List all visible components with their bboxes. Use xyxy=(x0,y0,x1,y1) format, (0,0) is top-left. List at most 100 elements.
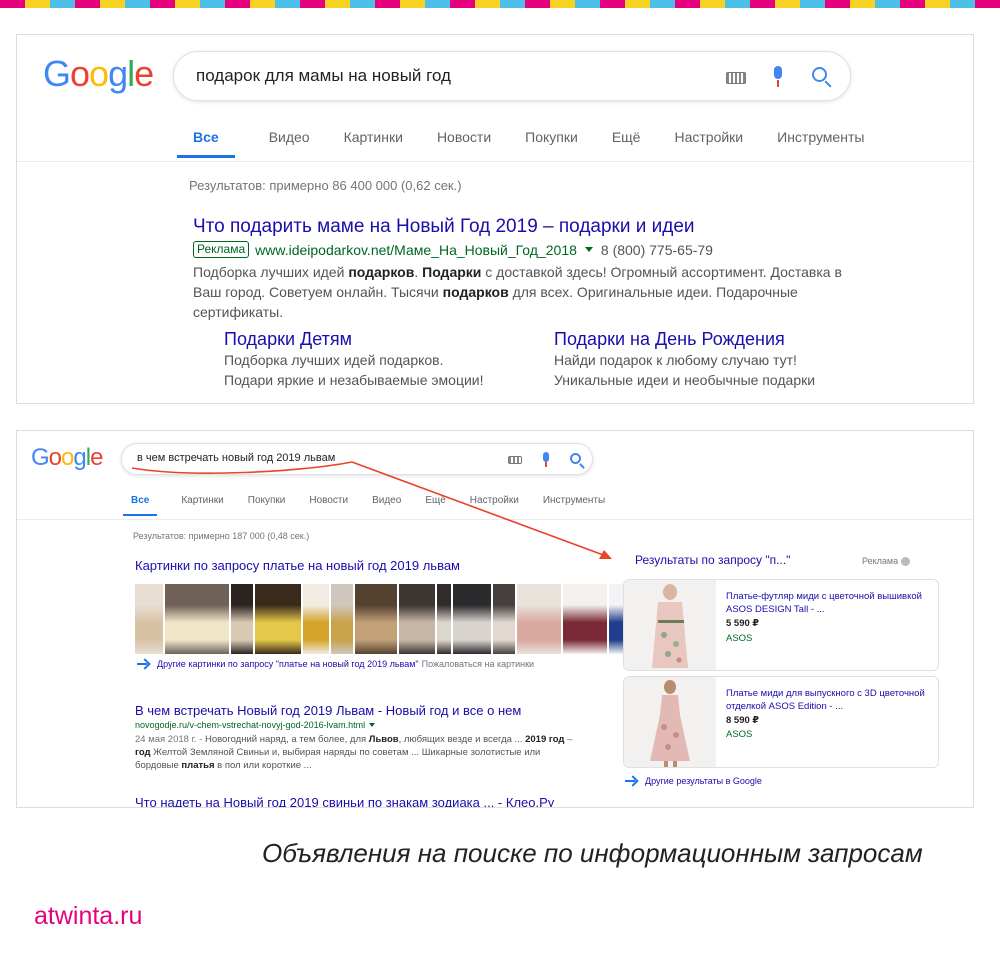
result-title-link[interactable]: В чем встречать Новый год 2019 Львам - Н… xyxy=(135,703,521,718)
strip-segment xyxy=(675,0,700,8)
ad-phone[interactable]: 8 (800) 775-65-79 xyxy=(601,242,713,258)
result-stats: Результатов: примерно 86 400 000 (0,62 с… xyxy=(189,178,462,193)
sitelink-desc: Найди подарок к любому случаю тут! xyxy=(554,352,797,368)
more-images-text[interactable]: Другие картинки по запросу "платье на но… xyxy=(157,659,419,669)
info-icon[interactable] xyxy=(901,556,911,566)
product-store: ASOS xyxy=(726,633,753,644)
product-price: 8 590 ₽ xyxy=(726,715,760,726)
sitelink-title[interactable]: Подарки Детям xyxy=(224,329,484,350)
strip-segment xyxy=(375,0,400,8)
product-title[interactable]: Платье-футляр миди с цветочной вышивкой … xyxy=(726,590,926,616)
image-thumbnail[interactable] xyxy=(493,584,515,654)
tab-settings[interactable]: Настройки xyxy=(470,495,519,516)
tab-all[interactable]: Все xyxy=(123,495,158,516)
dropdown-caret-icon[interactable] xyxy=(584,247,593,252)
tab-images[interactable]: Картинки xyxy=(344,127,403,158)
image-thumbnail[interactable] xyxy=(331,584,353,654)
strip-segment xyxy=(550,0,575,8)
strip-segment xyxy=(525,0,550,8)
tab-shopping[interactable]: Покупки xyxy=(525,127,578,158)
product-card[interactable]: Платье-футляр миди с цветочной вышивкой … xyxy=(623,579,939,671)
dress-flower xyxy=(676,657,682,663)
image-thumbnail[interactable] xyxy=(399,584,435,654)
tab-news[interactable]: Новости xyxy=(437,127,491,158)
tab-more[interactable]: Ещё xyxy=(612,127,641,158)
strip-segment xyxy=(575,0,600,8)
ad-url[interactable]: www.ideipodarkov.net/Маме_На_Новый_Год_2… xyxy=(255,242,577,258)
dress-flower xyxy=(673,641,679,647)
brand-logo-text[interactable]: atwinta.ru xyxy=(34,902,142,931)
tab-shopping[interactable]: Покупки xyxy=(248,495,286,516)
search-query-text: в чем встречать новый год 2019 львам xyxy=(137,452,336,464)
more-results-text[interactable]: Другие результаты в Google xyxy=(645,776,762,786)
search-icon[interactable] xyxy=(570,453,581,464)
tab-all[interactable]: Все xyxy=(177,127,235,158)
dress-shape xyxy=(650,695,690,761)
image-thumbnail[interactable] xyxy=(453,584,491,654)
sitelink: Подарки на День Рождения Найди подарок к… xyxy=(554,329,815,390)
search-input[interactable]: подарок для мамы на новый год xyxy=(173,51,851,101)
result-title-link[interactable]: Что надеть на Новый год 2019 свиньи по з… xyxy=(135,795,554,807)
strip-segment xyxy=(400,0,425,8)
keyboard-icon[interactable] xyxy=(508,456,522,464)
strip-segment xyxy=(325,0,350,8)
strip-segment xyxy=(800,0,825,8)
figure-leg xyxy=(673,761,677,767)
result-snippet: 24 мая 2018 г. - Новогодний наряд, а тем… xyxy=(135,733,585,772)
image-thumbnail[interactable] xyxy=(303,584,329,654)
search-screenshot-1: Google подарок для мамы на новый год Все… xyxy=(16,34,974,404)
highlighted-term: 2019 год xyxy=(525,734,565,745)
image-thumbnail[interactable] xyxy=(517,584,561,654)
tab-news[interactable]: Новости xyxy=(309,495,348,516)
tab-images[interactable]: Картинки xyxy=(181,495,223,516)
microphone-icon[interactable] xyxy=(771,66,785,88)
search-icon[interactable] xyxy=(812,67,827,82)
tab-tools[interactable]: Инструменты xyxy=(777,127,864,158)
tab-tools[interactable]: Инструменты xyxy=(543,495,605,516)
image-thumbnail[interactable] xyxy=(355,584,397,654)
microphone-icon[interactable] xyxy=(541,452,551,468)
image-thumbnail[interactable] xyxy=(165,584,229,654)
tab-video[interactable]: Видео xyxy=(269,127,310,158)
result-stats: Результатов: примерно 187 000 (0,48 сек.… xyxy=(133,531,310,541)
product-title[interactable]: Платье миди для выпускного с 3D цветочно… xyxy=(726,687,926,713)
strip-segment xyxy=(925,0,950,8)
snippet-text: . xyxy=(414,264,423,280)
strip-segment xyxy=(75,0,100,8)
keyboard-icon[interactable] xyxy=(726,72,746,84)
strip-segment xyxy=(700,0,725,8)
google-logo[interactable]: Google xyxy=(31,444,103,472)
more-images-link[interactable]: Другие картинки по запросу "платье на но… xyxy=(137,659,534,669)
dropdown-caret-icon[interactable] xyxy=(369,723,376,727)
image-thumbnail[interactable] xyxy=(135,584,163,654)
strip-segment xyxy=(975,0,1000,8)
tab-video[interactable]: Видео xyxy=(372,495,401,516)
strip-segment xyxy=(600,0,625,8)
snippet-text: Подборка лучших идей xyxy=(193,264,349,280)
image-thumbnail[interactable] xyxy=(231,584,253,654)
ad-title-link[interactable]: Что подарить маме на Новый Год 2019 – по… xyxy=(193,216,695,238)
logo-letter: g xyxy=(73,444,86,471)
strip-segment xyxy=(850,0,875,8)
highlighted-term: Подарки xyxy=(422,264,482,280)
shopping-ads-heading[interactable]: Результаты по запросу "п..." xyxy=(635,553,790,567)
more-results-link[interactable]: Другие результаты в Google xyxy=(625,776,762,786)
product-card[interactable]: Платье миди для выпускного с 3D цветочно… xyxy=(623,676,939,768)
image-thumbnail[interactable] xyxy=(563,584,607,654)
search-input[interactable]: в чем встречать новый год 2019 львам xyxy=(121,443,593,475)
ad-badge: Реклама xyxy=(193,241,250,258)
result-url[interactable]: novogodje.ru/v-chem-vstrechat-novyj-god-… xyxy=(135,720,365,730)
report-images-link[interactable]: Пожаловаться на картинки xyxy=(422,659,534,669)
tab-settings[interactable]: Настройки xyxy=(674,127,743,158)
image-thumbnail[interactable] xyxy=(437,584,451,654)
strip-segment xyxy=(825,0,850,8)
tab-more[interactable]: Ещё xyxy=(425,495,445,516)
logo-letter: o xyxy=(48,444,62,471)
sitelink-title[interactable]: Подарки на День Рождения xyxy=(554,329,815,350)
image-thumbnail[interactable] xyxy=(255,584,301,654)
strip-segment xyxy=(175,0,200,8)
search-screenshot-2: Google в чем встречать новый год 2019 ль… xyxy=(16,430,974,808)
caption: Объявления на поиске по информационным з… xyxy=(262,838,923,868)
images-block-title[interactable]: Картинки по запросу платье на новый год … xyxy=(135,558,460,573)
google-logo[interactable]: Google xyxy=(43,53,154,95)
